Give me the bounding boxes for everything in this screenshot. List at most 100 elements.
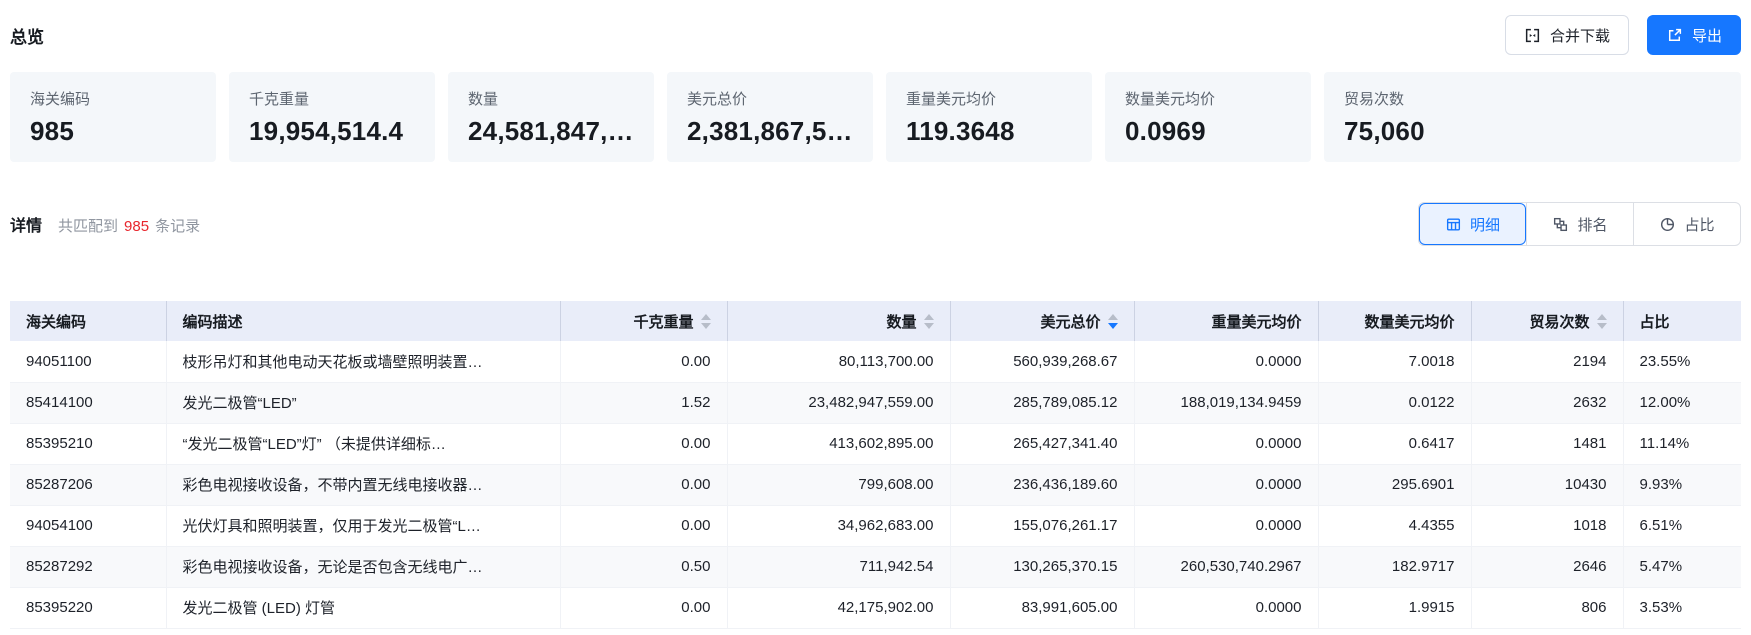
quantity-avg-price-cell: 182.9717 — [1318, 546, 1471, 587]
weight-avg-price-cell: 0.0000 — [1134, 423, 1318, 464]
table-row[interactable]: 94051100 枝形吊灯和其他电动天花板或墙壁照明装置… 0.00 80,11… — [10, 341, 1741, 382]
col-header-trade-count[interactable]: 贸易次数 — [1471, 301, 1623, 341]
match-summary: 共匹配到985条记录 — [58, 215, 200, 236]
weight-avg-price-cell: 0.0000 — [1134, 505, 1318, 546]
table-row[interactable]: 85395220 发光二极管 (LED) 灯管 0.00 42,175,902.… — [10, 587, 1741, 628]
rank-icon — [1552, 216, 1569, 233]
quantity-cell: 799,608.00 — [727, 464, 950, 505]
hs-code-cell: 85395210 — [10, 423, 166, 464]
quantity-avg-price-cell: 4.4355 — [1318, 505, 1471, 546]
quantity-cell: 413,602,895.00 — [727, 423, 950, 464]
tab-proportion[interactable]: 占比 — [1633, 203, 1740, 245]
kg-weight-cell: 0.00 — [560, 423, 727, 464]
export-icon — [1666, 27, 1683, 44]
tab-label: 占比 — [1684, 214, 1714, 235]
col-header-share: 占比 — [1623, 301, 1741, 341]
detail-table: 海关编码 编码描述 千克重量 数量 美元总价 重量美元均价 数量美元均价 贸易次… — [10, 301, 1741, 629]
share-cell: 23.55% — [1623, 341, 1741, 382]
detail-header: 详情 共匹配到985条记录 明细 — [10, 202, 1741, 246]
trade-count-cell: 1481 — [1471, 423, 1623, 464]
hs-code-cell: 85287206 — [10, 464, 166, 505]
merge-download-button[interactable]: 合并下载 — [1505, 15, 1629, 55]
hs-code-cell: 94054100 — [10, 505, 166, 546]
trade-count-cell: 2194 — [1471, 341, 1623, 382]
tab-detail[interactable]: 明细 — [1419, 203, 1526, 245]
kg-weight-cell: 1.52 — [560, 382, 727, 423]
weight-avg-price-cell: 260,530,740.2967 — [1134, 546, 1318, 587]
match-prefix: 共匹配到 — [58, 218, 118, 235]
sort-carets-icon — [701, 314, 711, 329]
card-label: 海关编码 — [30, 88, 216, 109]
topbar-actions: 合并下载 导出 — [1505, 15, 1741, 55]
merge-cells-icon — [1524, 27, 1541, 44]
table-row[interactable]: 94054100 光伏灯具和照明装置，仅用于发光二极管“L… 0.00 34,9… — [10, 505, 1741, 546]
table-row[interactable]: 85395210 “发光二极管“LED”灯” （未提供详细标… 0.00 413… — [10, 423, 1741, 464]
card-value: 75,060 — [1344, 116, 1741, 147]
card-label: 数量 — [468, 88, 654, 109]
share-cell: 11.14% — [1623, 423, 1741, 464]
trade-count-cell: 2646 — [1471, 546, 1623, 587]
table-header-row: 海关编码 编码描述 千克重量 数量 美元总价 重量美元均价 数量美元均价 贸易次… — [10, 301, 1741, 341]
quantity-avg-price-cell: 7.0018 — [1318, 341, 1471, 382]
card-value: 119.3648 — [906, 116, 1092, 147]
col-header-description: 编码描述 — [166, 301, 560, 341]
quantity-cell: 42,175,902.00 — [727, 587, 950, 628]
kg-weight-cell: 0.50 — [560, 546, 727, 587]
kg-weight-cell: 0.00 — [560, 505, 727, 546]
table-icon — [1445, 216, 1462, 233]
kg-weight-cell: 0.00 — [560, 587, 727, 628]
share-cell: 12.00% — [1623, 382, 1741, 423]
export-label: 导出 — [1692, 25, 1722, 46]
card-value: 2,381,867,5… — [687, 116, 873, 147]
table-row[interactable]: 85287206 彩色电视接收设备，不带内置无线电接收器… 0.00 799,6… — [10, 464, 1741, 505]
match-count: 985 — [124, 218, 149, 235]
quantity-avg-price-cell: 1.9915 — [1318, 587, 1471, 628]
tab-label: 明细 — [1470, 214, 1500, 235]
pie-icon — [1659, 216, 1676, 233]
sort-carets-icon — [924, 314, 934, 329]
tab-ranking[interactable]: 排名 — [1526, 203, 1633, 245]
view-tabs: 明细 排名 — [1418, 202, 1741, 246]
usd-total-cell: 265,427,341.40 — [950, 423, 1134, 464]
card-label: 千克重量 — [249, 88, 435, 109]
share-cell: 5.47% — [1623, 546, 1741, 587]
card-value: 0.0969 — [1125, 116, 1311, 147]
quantity-cell: 23,482,947,559.00 — [727, 382, 950, 423]
weight-avg-price-cell: 188,019,134.9459 — [1134, 382, 1318, 423]
description-cell: 光伏灯具和照明装置，仅用于发光二极管“L… — [166, 505, 560, 546]
summary-card-weight-avg-price: 重量美元均价 119.3648 — [886, 72, 1092, 162]
col-header-kg-weight[interactable]: 千克重量 — [560, 301, 727, 341]
sort-carets-icon-active-desc — [1108, 314, 1118, 329]
trade-count-cell: 2632 — [1471, 382, 1623, 423]
hs-code-cell: 85395220 — [10, 587, 166, 628]
export-button[interactable]: 导出 — [1647, 15, 1741, 55]
usd-total-cell: 285,789,085.12 — [950, 382, 1134, 423]
card-label: 美元总价 — [687, 88, 873, 109]
table-row[interactable]: 85287292 彩色电视接收设备，无论是否包含无线电广… 0.50 711,9… — [10, 546, 1741, 587]
detail-title-group: 详情 共匹配到985条记录 — [10, 212, 200, 236]
col-header-weight-avg-price: 重量美元均价 — [1134, 301, 1318, 341]
quantity-cell: 711,942.54 — [727, 546, 950, 587]
description-cell: 彩色电视接收设备，无论是否包含无线电广… — [166, 546, 560, 587]
col-header-usd-total[interactable]: 美元总价 — [950, 301, 1134, 341]
table-row[interactable]: 85414100 发光二极管“LED” 1.52 23,482,947,559.… — [10, 382, 1741, 423]
weight-avg-price-cell: 0.0000 — [1134, 464, 1318, 505]
page-title: 总览 — [10, 23, 44, 48]
share-cell: 9.93% — [1623, 464, 1741, 505]
page: 总览 合并下载 — [0, 0, 1751, 629]
quantity-cell: 34,962,683.00 — [727, 505, 950, 546]
kg-weight-cell: 0.00 — [560, 341, 727, 382]
usd-total-cell: 130,265,370.15 — [950, 546, 1134, 587]
card-value: 985 — [30, 116, 216, 147]
summary-card-quantity-avg-price: 数量美元均价 0.0969 — [1105, 72, 1311, 162]
weight-avg-price-cell: 0.0000 — [1134, 587, 1318, 628]
trade-count-cell: 1018 — [1471, 505, 1623, 546]
share-cell: 3.53% — [1623, 587, 1741, 628]
usd-total-cell: 560,939,268.67 — [950, 341, 1134, 382]
card-value: 24,581,847,… — [468, 116, 654, 147]
merge-download-label: 合并下载 — [1550, 25, 1610, 46]
col-header-hs-code: 海关编码 — [10, 301, 166, 341]
trade-count-cell: 10430 — [1471, 464, 1623, 505]
kg-weight-cell: 0.00 — [560, 464, 727, 505]
col-header-quantity[interactable]: 数量 — [727, 301, 950, 341]
